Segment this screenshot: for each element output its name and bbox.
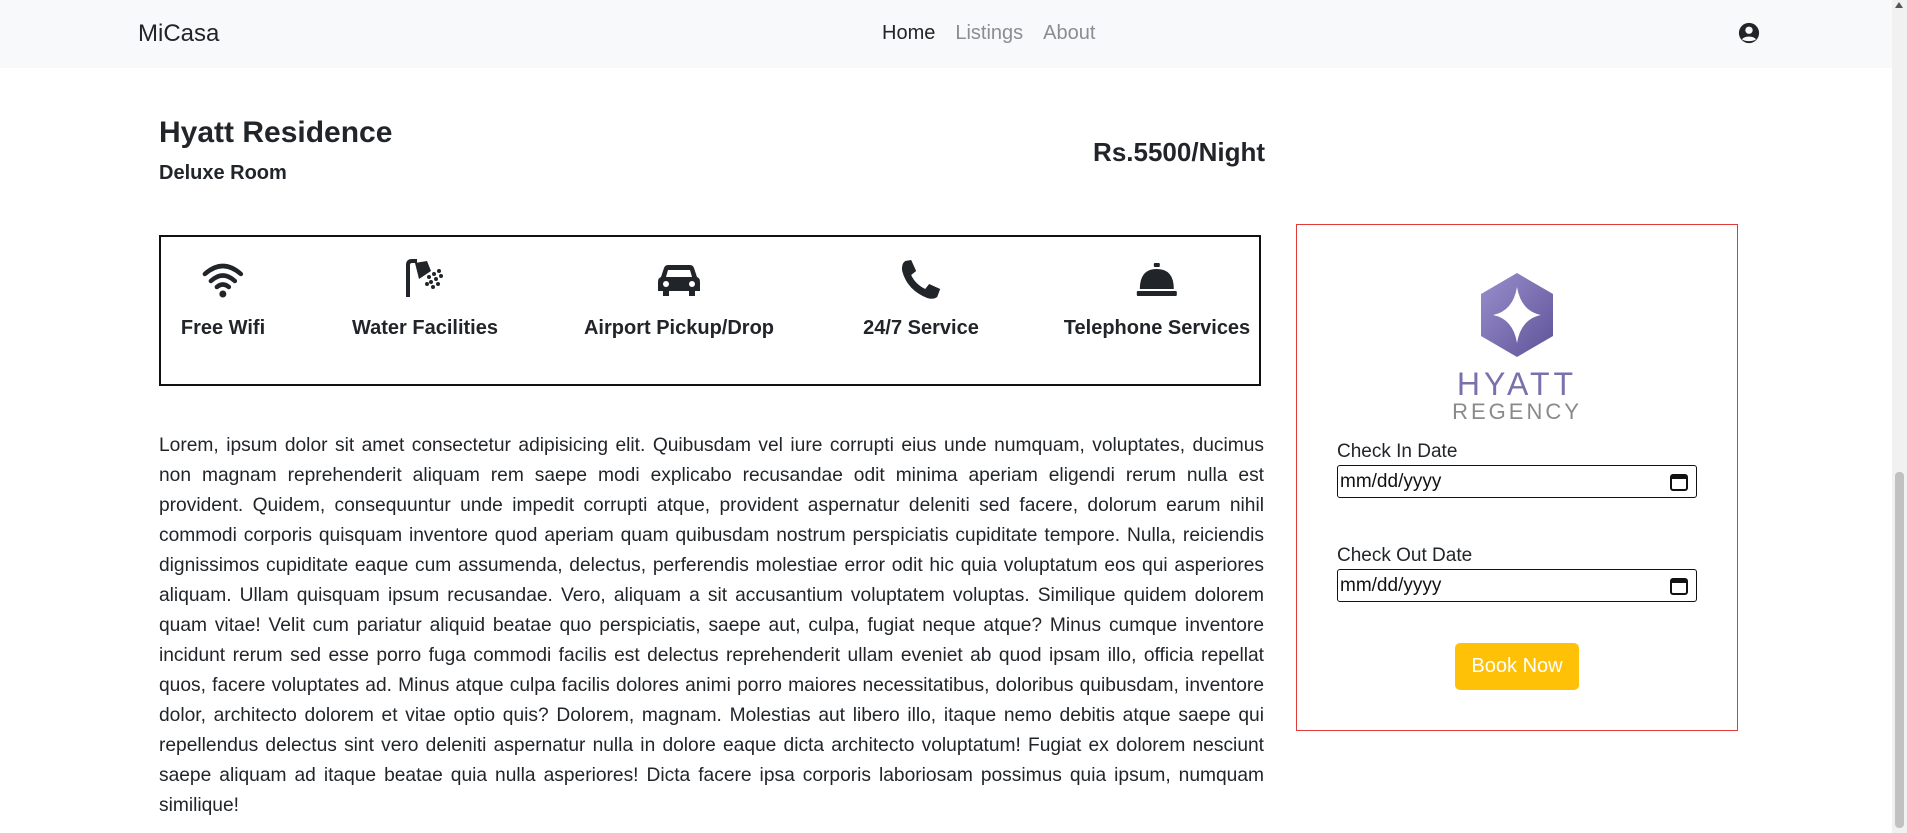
service-bell-icon — [1136, 263, 1177, 296]
svg-text:HYATT: HYATT — [1457, 366, 1577, 402]
amenity-water: Water Facilities — [352, 257, 498, 340]
check-out-date-value: mm/dd/yyyy — [1340, 574, 1442, 596]
book-now-button[interactable]: Book Now — [1455, 643, 1579, 690]
nav-link-home[interactable]: Home — [882, 22, 935, 45]
car-icon — [657, 265, 700, 296]
scroll-up-arrow-icon[interactable] — [1895, 2, 1903, 8]
amenities-box: Free Wifi Water Facilities Airport Picku… — [159, 235, 1261, 386]
nav-link-about[interactable]: About — [1043, 22, 1095, 45]
room-type: Deluxe Room — [159, 162, 287, 184]
calendar-icon[interactable] — [1670, 473, 1688, 491]
svg-text:REGENCY: REGENCY — [1452, 399, 1582, 424]
wifi-icon — [202, 263, 244, 298]
amenity-label: Telephone Services — [1063, 317, 1251, 339]
check-out-label: Check Out Date — [1337, 545, 1473, 566]
booking-card: HYATT REGENCY Check In Date mm/dd/yyyy C… — [1296, 224, 1738, 731]
amenity-airport: Airport Pickup/Drop — [584, 257, 774, 340]
amenity-label: Airport Pickup/Drop — [583, 317, 775, 339]
user-circle-icon[interactable] — [1738, 22, 1760, 44]
amenity-wifi: Free Wifi — [181, 257, 265, 340]
amenity-label: 24/7 Service — [863, 317, 979, 339]
price: Rs.5500/Night — [1093, 137, 1265, 167]
check-in-date-value: mm/dd/yyyy — [1340, 470, 1442, 492]
check-out-date-input[interactable]: mm/dd/yyyy — [1337, 569, 1697, 602]
brand-logo[interactable]: MiCasa — [138, 20, 219, 48]
hotel-name: Hyatt Residence — [159, 116, 393, 149]
amenity-label: Water Facilities — [352, 317, 498, 339]
description-text: Lorem, ipsum dolor sit amet consectetur … — [159, 435, 1264, 816]
calendar-icon[interactable] — [1670, 577, 1688, 595]
phone-icon — [901, 260, 940, 299]
amenity-telephone: Telephone Services — [1064, 257, 1250, 340]
amenity-service: 24/7 Service — [863, 257, 979, 340]
shower-icon — [405, 259, 443, 297]
hyatt-logo: HYATT REGENCY — [1452, 273, 1582, 424]
nav-link-listings[interactable]: Listings — [955, 22, 1023, 45]
scrollbar-thumb[interactable] — [1895, 472, 1904, 828]
check-in-date-input[interactable]: mm/dd/yyyy — [1337, 465, 1697, 498]
amenity-label: Free Wifi — [180, 317, 266, 339]
navbar: MiCasa Home Listings About — [0, 0, 1907, 68]
nav-links: Home Listings About — [882, 22, 1095, 45]
check-in-label: Check In Date — [1337, 441, 1458, 462]
